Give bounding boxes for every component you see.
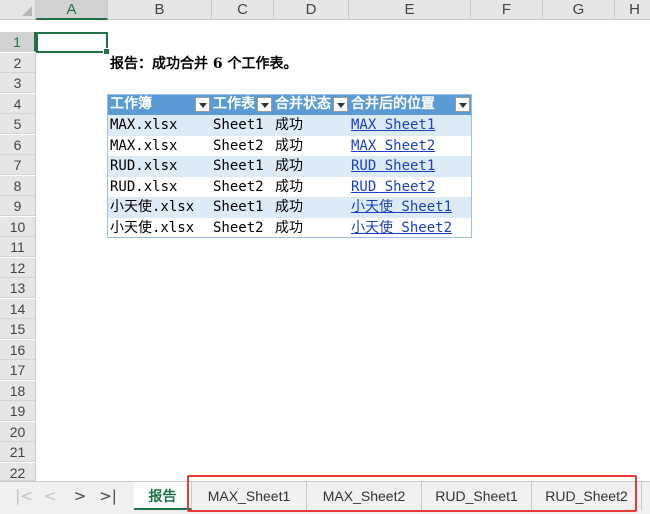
table-row: RUD.xlsx Sheet2 成功 RUD Sheet2 <box>107 176 472 198</box>
table-row: RUD.xlsx Sheet1 成功 RUD Sheet1 <box>107 156 472 177</box>
cell-workbook[interactable]: MAX.xlsx <box>110 136 210 157</box>
merge-report-text[interactable]: 报告：成功合并 6 个工作表。 <box>110 54 298 74</box>
row-header-5[interactable]: 5 <box>0 114 36 134</box>
row-header-13[interactable]: 13 <box>0 278 36 298</box>
cell-sheet[interactable]: Sheet2 <box>213 218 269 239</box>
table-header-row: 工作簿 工作表 合并状态 合并后的位置 <box>107 94 472 115</box>
cell-status[interactable]: 成功 <box>275 136 351 157</box>
column-header-g[interactable]: G <box>543 0 615 20</box>
row-header-15[interactable]: 15 <box>0 319 36 339</box>
sheet-tab-report[interactable]: 报告 <box>134 482 192 510</box>
cell-workbook[interactable]: RUD.xlsx <box>110 156 210 177</box>
table-row: MAX.xlsx Sheet2 成功 MAX Sheet2 <box>107 135 472 157</box>
column-header-f[interactable]: F <box>471 0 543 20</box>
cell-workbook[interactable]: RUD.xlsx <box>110 177 210 198</box>
cell-status[interactable]: 成功 <box>275 218 351 239</box>
cell-workbook[interactable]: MAX.xlsx <box>110 115 210 136</box>
row-header-21[interactable]: 21 <box>0 442 36 462</box>
column-header-e[interactable]: E <box>349 0 471 20</box>
filter-dropdown-icon[interactable] <box>195 97 210 112</box>
cell-status[interactable]: 成功 <box>275 197 351 218</box>
column-header-d[interactable]: D <box>274 0 349 20</box>
location-link[interactable]: RUD Sheet2 <box>351 177 469 198</box>
cell-sheet[interactable]: Sheet1 <box>213 115 269 136</box>
cell-workbook[interactable]: 小天使.xlsx <box>110 197 210 218</box>
table-row: MAX.xlsx Sheet1 成功 MAX Sheet1 <box>107 115 472 136</box>
location-link[interactable]: 小天使 Sheet2 <box>351 218 469 239</box>
table-row: 小天使.xlsx Sheet1 成功 小天使 Sheet1 <box>107 197 472 218</box>
row-header-6[interactable]: 6 <box>0 135 36 155</box>
row-header-18[interactable]: 18 <box>0 381 36 401</box>
row-header-20[interactable]: 20 <box>0 422 36 442</box>
cell-status[interactable]: 成功 <box>275 156 351 177</box>
cell-status[interactable]: 成功 <box>275 115 351 136</box>
prev-sheet-nav-icon[interactable]: < <box>40 486 60 506</box>
row-header-22[interactable]: 22 <box>0 463 36 481</box>
filter-dropdown-icon[interactable] <box>257 97 272 112</box>
column-header-c[interactable]: C <box>212 0 274 20</box>
cell-status[interactable]: 成功 <box>275 177 351 198</box>
row-header-19[interactable]: 19 <box>0 401 36 421</box>
row-header-3[interactable]: 3 <box>0 73 36 93</box>
cell-sheet[interactable]: Sheet2 <box>213 177 269 198</box>
cell-sheet[interactable]: Sheet2 <box>213 136 269 157</box>
cell-sheet[interactable]: Sheet1 <box>213 156 269 177</box>
row-header-9[interactable]: 9 <box>0 196 36 216</box>
row-header-16[interactable]: 16 <box>0 340 36 360</box>
row-header-4[interactable]: 4 <box>0 94 36 114</box>
table-row: 小天使.xlsx Sheet2 成功 小天使 Sheet2 <box>107 217 472 239</box>
location-link[interactable]: RUD Sheet1 <box>351 156 469 177</box>
filter-dropdown-icon[interactable] <box>333 97 348 112</box>
next-sheet-nav-icon[interactable]: > <box>70 486 90 506</box>
column-header-a[interactable]: A <box>36 0 108 20</box>
row-header-11[interactable]: 11 <box>0 237 36 257</box>
cell-workbook[interactable]: 小天使.xlsx <box>110 218 210 239</box>
row-header-2[interactable]: 2 <box>0 53 36 73</box>
new-sheets-highlight-box <box>187 475 637 512</box>
row-header-7[interactable]: 7 <box>0 155 36 175</box>
row-header-10[interactable]: 10 <box>0 217 36 237</box>
select-all-corner[interactable] <box>0 0 36 20</box>
location-link[interactable]: MAX Sheet1 <box>351 115 469 136</box>
row-header-14[interactable]: 14 <box>0 299 36 319</box>
last-sheet-nav-icon[interactable]: >| <box>98 486 118 506</box>
cell-sheet[interactable]: Sheet1 <box>213 197 269 218</box>
location-link[interactable]: 小天使 Sheet1 <box>351 197 469 218</box>
location-link[interactable]: MAX Sheet2 <box>351 136 469 157</box>
header-location[interactable]: 合并后的位置 <box>351 94 469 115</box>
row-header-12[interactable]: 12 <box>0 258 36 278</box>
active-cell-a1[interactable] <box>36 32 110 55</box>
row-header-8[interactable]: 8 <box>0 176 36 196</box>
column-header-b[interactable]: B <box>108 0 212 20</box>
row-header-17[interactable]: 17 <box>0 360 36 380</box>
column-header-h[interactable]: H <box>615 0 650 20</box>
first-sheet-nav-icon[interactable]: |< <box>14 486 34 506</box>
row-header-1[interactable]: 1 <box>0 32 36 52</box>
filter-dropdown-icon[interactable] <box>455 97 470 112</box>
